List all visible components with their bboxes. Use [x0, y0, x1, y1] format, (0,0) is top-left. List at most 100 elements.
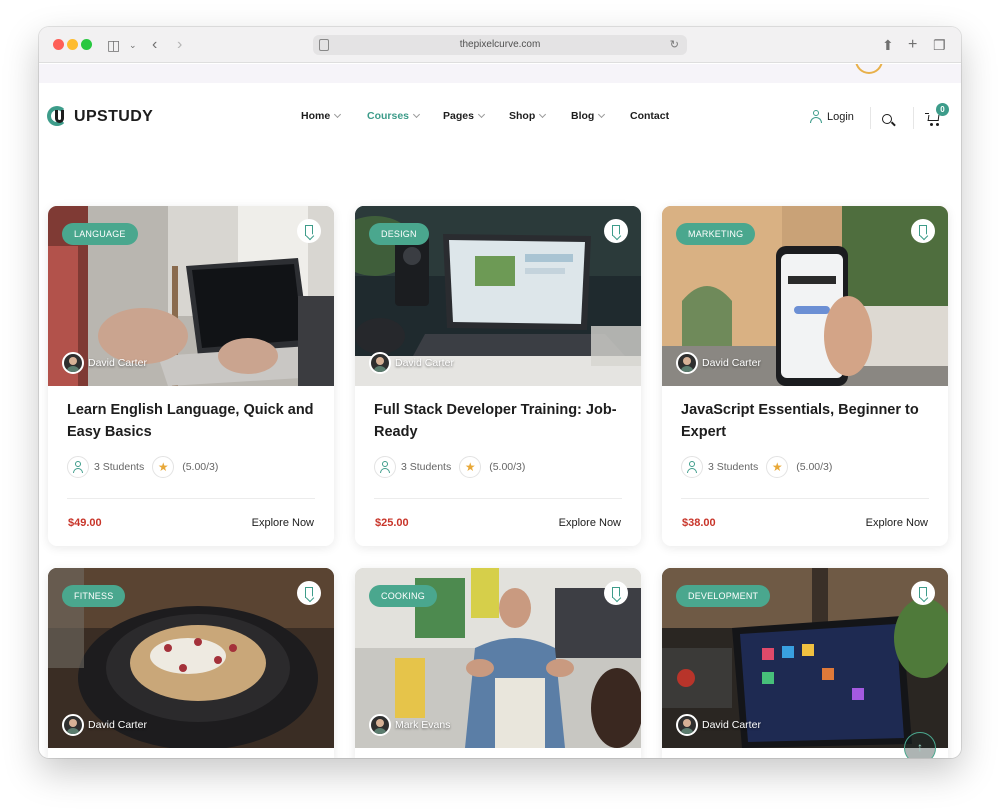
user-icon — [810, 110, 822, 123]
arrow-up-icon: ↑ — [917, 740, 923, 754]
chevron-down-icon — [334, 110, 342, 119]
bookmark-icon — [612, 587, 620, 598]
star-icon: ★ — [459, 456, 482, 478]
explore-now-link[interactable]: Explore Now — [559, 517, 621, 529]
nav-item-shop[interactable]: Shop — [509, 110, 547, 122]
nav-item-contact[interactable]: Contact — [630, 110, 669, 122]
course-title[interactable]: Full Stack Developer Training: Job-Ready — [374, 399, 628, 443]
share-icon[interactable]: ⬆ — [882, 36, 894, 54]
explore-now-link[interactable]: Explore Now — [866, 517, 928, 529]
browser-titlebar: ◫ ⌄ ‹ › thepixelcurve.com ↻ ⬆ + ❐ — [39, 27, 961, 63]
chevron-down-icon — [412, 110, 421, 119]
bookmark-button[interactable] — [604, 219, 628, 243]
card-divider — [374, 498, 622, 499]
course-card[interactable]: MARKETING David Carter JavaScript Essent… — [662, 206, 948, 546]
bookmark-icon — [305, 587, 313, 598]
bookmark-icon — [612, 225, 620, 236]
course-author[interactable]: Mark Evans — [369, 714, 450, 736]
explore-now-link[interactable]: Explore Now — [252, 517, 314, 529]
author-name: David Carter — [88, 719, 147, 731]
rating-value: (5.00/3) — [796, 461, 833, 473]
sidebar-toggle-icon[interactable]: ◫ — [107, 36, 120, 54]
course-image[interactable]: LANGUAGE David Carter — [48, 206, 334, 386]
bookmark-button[interactable] — [604, 581, 628, 605]
course-title[interactable]: JavaScript Essentials, Beginner to Exper… — [681, 399, 935, 443]
category-badge[interactable]: COOKING — [369, 585, 437, 607]
course-author[interactable]: David Carter — [676, 714, 761, 736]
avatar — [676, 714, 698, 736]
course-card[interactable]: DEVELOPMENT David Carter — [662, 568, 948, 758]
course-image[interactable]: COOKING Mark Evans — [355, 568, 641, 748]
course-image[interactable]: FITNESS David Carter — [48, 568, 334, 748]
star-icon: ★ — [766, 456, 789, 478]
bookmark-button[interactable] — [297, 581, 321, 605]
author-name: David Carter — [88, 357, 147, 369]
course-card[interactable]: FITNESS David Carter — [48, 568, 334, 758]
bookmark-icon — [919, 225, 927, 236]
course-price: $38.00 — [682, 517, 716, 529]
author-name: David Carter — [395, 357, 454, 369]
chevron-down-icon[interactable]: ⌄ — [129, 36, 137, 54]
avatar — [676, 352, 698, 374]
course-author[interactable]: David Carter — [676, 352, 761, 374]
site-logo[interactable]: UPSTUDY — [47, 105, 153, 129]
course-title[interactable]: Learn English Language, Quick and Easy B… — [67, 399, 321, 443]
category-badge[interactable]: MARKETING — [676, 223, 756, 245]
category-badge[interactable]: FITNESS — [62, 585, 126, 607]
category-badge[interactable]: LANGUAGE — [62, 223, 138, 245]
header-divider — [870, 107, 871, 129]
nav-item-courses[interactable]: Courses — [367, 110, 421, 122]
star-icon: ★ — [152, 456, 175, 478]
nav-item-pages[interactable]: Pages — [443, 110, 485, 122]
close-window-button[interactable] — [53, 39, 64, 50]
course-author[interactable]: David Carter — [369, 352, 454, 374]
back-icon[interactable]: ‹ — [152, 36, 157, 54]
course-card[interactable]: DESIGN David Carter Full Stack Developer… — [355, 206, 641, 546]
cart-count-badge: 0 — [936, 103, 949, 116]
course-image[interactable]: DESIGN David Carter — [355, 206, 641, 386]
card-divider — [681, 498, 929, 499]
category-badge[interactable]: DEVELOPMENT — [676, 585, 771, 607]
course-meta: 3 Students ★ (5.00/3) — [681, 456, 832, 478]
course-author[interactable]: David Carter — [62, 714, 147, 736]
chevron-down-icon — [477, 110, 485, 119]
students-count: 3 Students — [708, 461, 759, 473]
course-image[interactable]: DEVELOPMENT David Carter — [662, 568, 948, 748]
nav-item-home[interactable]: Home — [301, 110, 342, 122]
course-card[interactable]: COOKING Mark Evans — [355, 568, 641, 758]
bookmark-button[interactable] — [911, 581, 935, 605]
logo-mark-icon — [47, 106, 71, 128]
bookmark-button[interactable] — [911, 219, 935, 243]
address-bar[interactable]: thepixelcurve.com ↻ — [313, 35, 687, 55]
tab-overview-icon[interactable]: ❐ — [933, 36, 946, 54]
course-author[interactable]: David Carter — [62, 352, 147, 374]
category-badge[interactable]: DESIGN — [369, 223, 429, 245]
nav-item-blog[interactable]: Blog — [571, 110, 606, 122]
loader-icon — [855, 64, 883, 74]
avatar — [62, 352, 84, 374]
chevron-down-icon — [539, 110, 547, 119]
new-tab-icon[interactable]: + — [908, 36, 917, 54]
course-image[interactable]: MARKETING David Carter — [662, 206, 948, 386]
avatar — [369, 352, 391, 374]
course-meta: 3 Students ★ (5.00/3) — [67, 456, 218, 478]
card-divider — [67, 498, 315, 499]
course-card[interactable]: LANGUAGE David Carter Learn English Lang… — [48, 206, 334, 546]
login-link[interactable]: Login — [810, 110, 854, 123]
minimize-window-button[interactable] — [67, 39, 78, 50]
search-icon[interactable] — [882, 114, 896, 127]
reload-icon[interactable]: ↻ — [670, 35, 679, 55]
avatar — [369, 714, 391, 736]
site-settings-icon[interactable] — [319, 39, 329, 51]
author-name: David Carter — [702, 357, 761, 369]
scroll-to-top-button[interactable]: ↑ — [904, 732, 936, 758]
top-strip — [39, 64, 961, 83]
header-divider — [913, 107, 914, 129]
logo-text: UPSTUDY — [74, 108, 154, 125]
zoom-window-button[interactable] — [81, 39, 92, 50]
forward-icon[interactable]: › — [177, 36, 182, 54]
bookmark-icon — [305, 225, 313, 236]
rating-value: (5.00/3) — [182, 461, 219, 473]
browser-window: ◫ ⌄ ‹ › thepixelcurve.com ↻ ⬆ + ❐ UPSTUD… — [39, 27, 961, 758]
bookmark-button[interactable] — [297, 219, 321, 243]
